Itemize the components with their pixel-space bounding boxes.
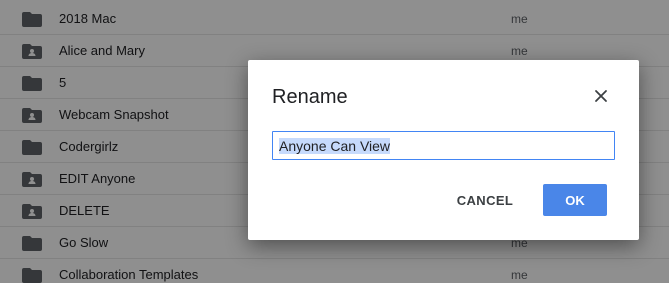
dialog-title: Rename xyxy=(272,86,348,108)
rename-dialog: Rename CANCEL OK xyxy=(248,60,639,240)
cancel-button[interactable]: CANCEL xyxy=(443,184,527,216)
rename-input[interactable] xyxy=(272,131,615,160)
close-icon[interactable] xyxy=(591,86,611,106)
ok-button[interactable]: OK xyxy=(543,184,607,216)
